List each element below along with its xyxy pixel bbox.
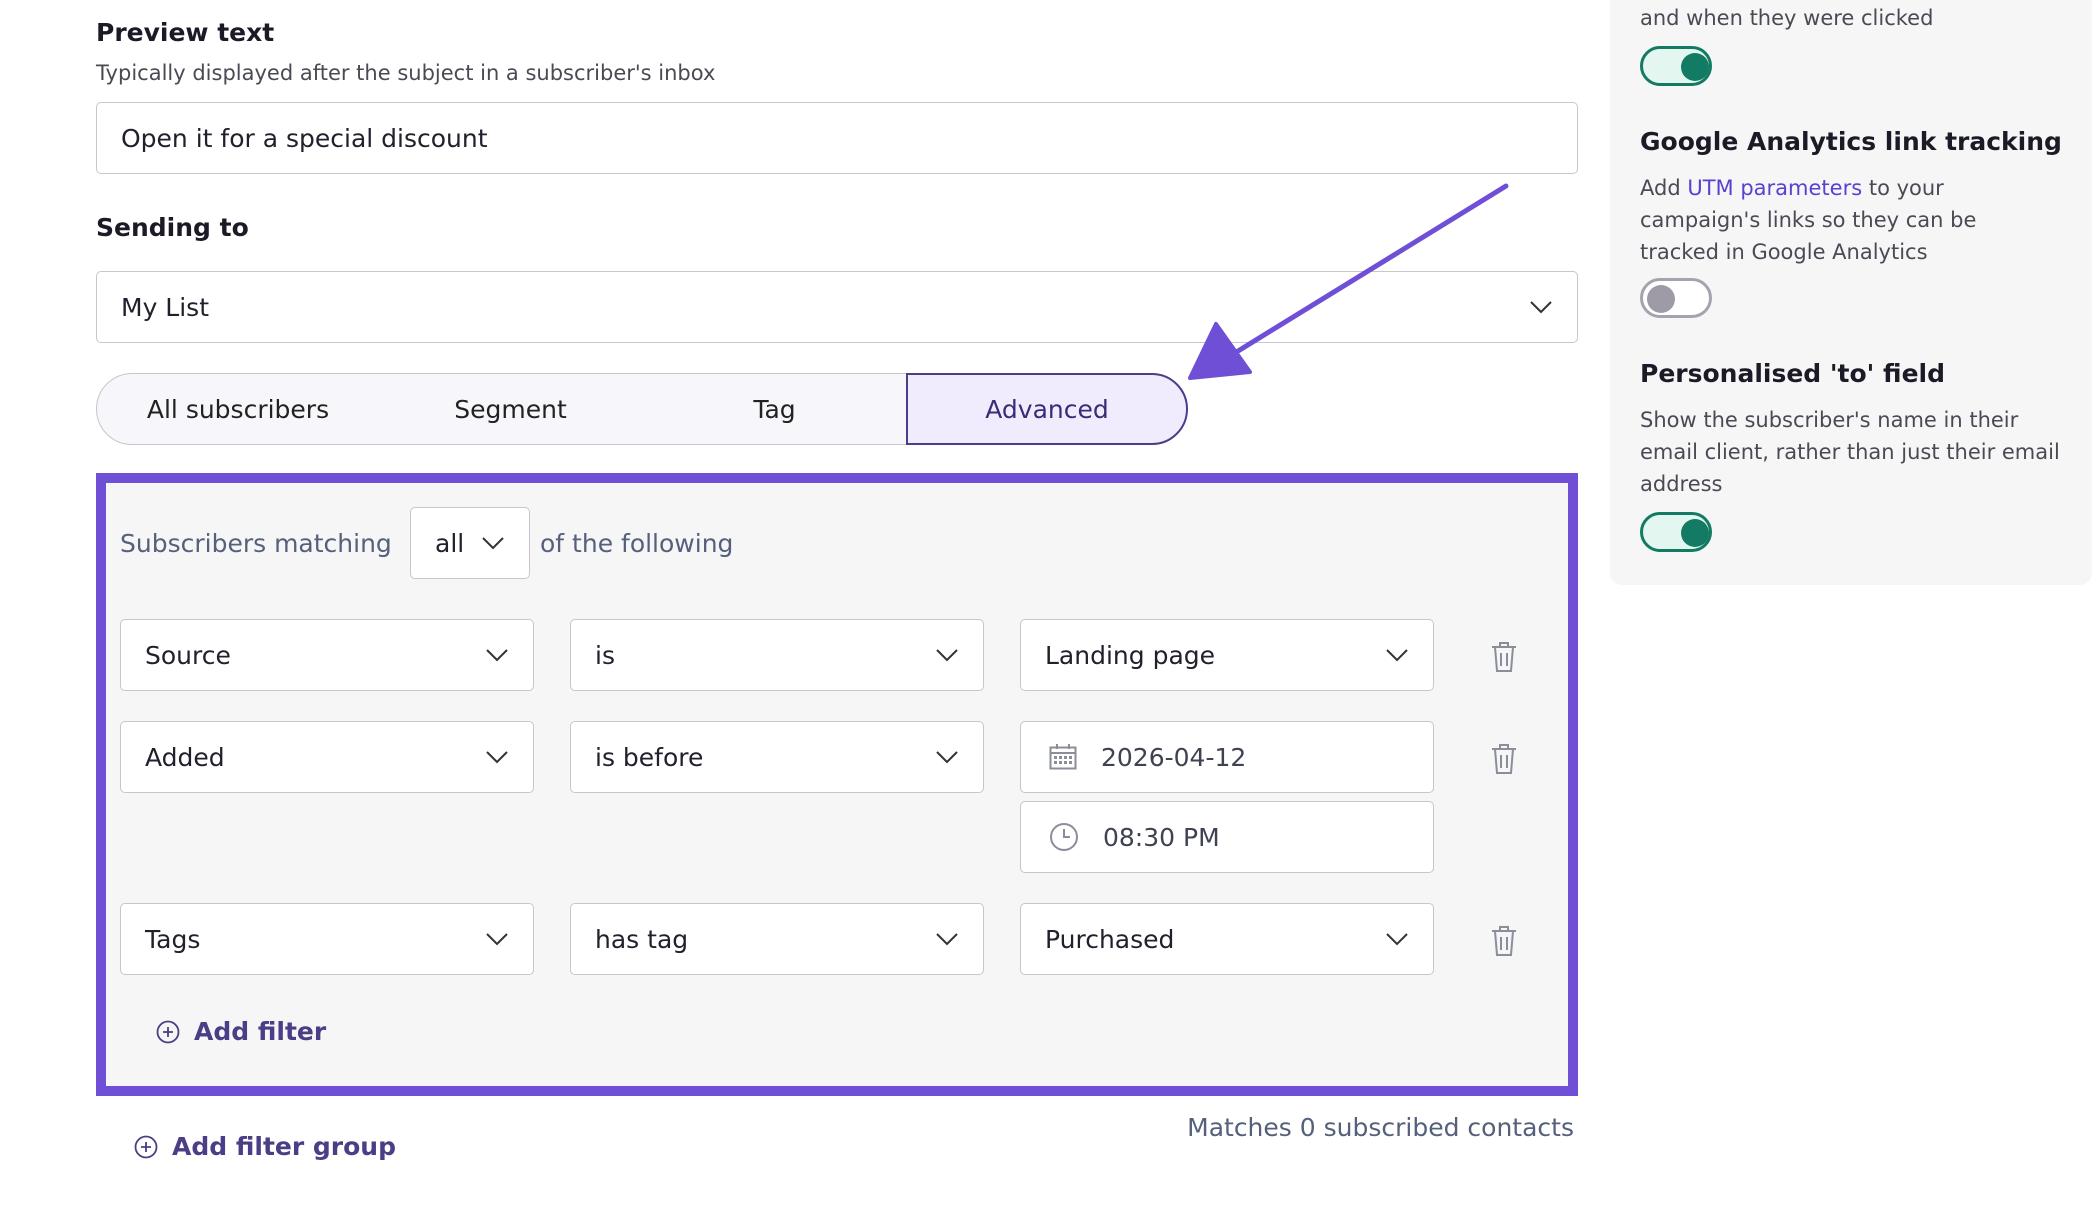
chevron-down-icon	[482, 537, 504, 550]
personalised-to-text: Show the subscriber's name in their emai…	[1640, 408, 2060, 496]
plus-circle-icon	[134, 1135, 158, 1158]
filter-operator-select[interactable]: is before	[570, 721, 984, 793]
filter-operator-value: is	[595, 640, 615, 670]
click-tracking-text: and when they were clicked	[1640, 6, 1934, 30]
filter-field-select[interactable]: Tags	[120, 903, 534, 975]
filter-time-input[interactable]: 08:30 PM	[1020, 801, 1434, 873]
sending-to-label: Sending to	[96, 213, 249, 242]
campaign-settings-sidebar: and when they were clicked Google Analyt…	[1610, 0, 2092, 585]
chevron-down-icon	[1530, 301, 1552, 314]
filter-field-value: Tags	[145, 924, 201, 954]
match-prefix: Subscribers matching	[120, 529, 392, 558]
chevron-down-icon	[486, 649, 508, 662]
filter-field-select[interactable]: Added	[120, 721, 534, 793]
personalised-to-title: Personalised 'to' field	[1640, 359, 1945, 388]
match-count: Matches 0 subscribed contacts	[1187, 1113, 1574, 1142]
delete-filter-button[interactable]	[1490, 925, 1518, 957]
chevron-down-icon	[936, 751, 958, 764]
list-select-value: My List	[121, 292, 210, 322]
tab-all-subscribers[interactable]: All subscribers	[96, 373, 380, 445]
audience-tabs: All subscribers Segment Tag Advanced	[96, 373, 1188, 445]
clock-icon	[1050, 823, 1078, 851]
filter-operator-select[interactable]: has tag	[570, 903, 984, 975]
add-filter-group-label: Add filter group	[172, 1132, 396, 1161]
match-suffix: of the following	[540, 529, 734, 558]
filter-value-value: Purchased	[1045, 924, 1175, 954]
ga-text-before: Add	[1640, 176, 1688, 200]
toggle-knob	[1647, 285, 1675, 313]
add-filter-group-button[interactable]: Add filter group	[134, 1132, 396, 1161]
filter-value-select[interactable]: Purchased	[1020, 903, 1434, 975]
personalised-to-toggle[interactable]	[1640, 512, 1712, 552]
filter-operator-value: has tag	[595, 924, 689, 954]
match-mode-value: all	[435, 528, 465, 558]
click-tracking-toggle[interactable]	[1640, 46, 1712, 86]
toggle-knob	[1681, 519, 1709, 547]
filter-field-value: Added	[145, 742, 225, 772]
filter-operator-select[interactable]: is	[570, 619, 984, 691]
chevron-down-icon	[1386, 649, 1408, 662]
match-mode-select[interactable]: all	[410, 507, 530, 579]
chevron-down-icon	[936, 649, 958, 662]
calendar-icon	[1049, 744, 1077, 770]
chevron-down-icon	[486, 933, 508, 946]
toggle-knob	[1681, 53, 1709, 81]
ga-tracking-toggle[interactable]	[1640, 278, 1712, 318]
chevron-down-icon	[936, 933, 958, 946]
preview-text-input[interactable]: Open it for a special discount	[96, 102, 1578, 174]
utm-parameters-link[interactable]: UTM parameters	[1687, 176, 1862, 200]
annotation-arrow	[1188, 183, 1509, 380]
filter-operator-value: is before	[595, 742, 704, 772]
delete-filter-button[interactable]	[1490, 743, 1518, 775]
tab-label: Advanced	[985, 394, 1109, 424]
chevron-down-icon	[486, 751, 508, 764]
filter-date-value: 2026-04-12	[1101, 742, 1247, 772]
preview-text-label: Preview text	[96, 18, 275, 47]
preview-text-value: Open it for a special discount	[121, 123, 488, 153]
delete-filter-button[interactable]	[1490, 641, 1518, 673]
chevron-down-icon	[1386, 933, 1408, 946]
filter-field-select[interactable]: Source	[120, 619, 534, 691]
filter-time-value: 08:30 PM	[1103, 822, 1220, 852]
advanced-filter-panel: Subscribers matching all of the followin…	[96, 473, 1578, 1096]
tab-label: Tag	[753, 394, 796, 424]
add-filter-button[interactable]: Add filter	[156, 1017, 326, 1046]
filter-value-value: Landing page	[1045, 640, 1216, 670]
tab-tag[interactable]: Tag	[642, 373, 908, 445]
ga-tracking-title: Google Analytics link tracking	[1640, 127, 2062, 156]
add-filter-label: Add filter	[194, 1017, 327, 1046]
tab-segment[interactable]: Segment	[378, 373, 644, 445]
filter-date-input[interactable]: 2026-04-12	[1020, 721, 1434, 793]
tab-advanced[interactable]: Advanced	[906, 373, 1188, 445]
ga-tracking-text: Add UTM parameters to your campaign's li…	[1640, 172, 2060, 268]
tab-label: Segment	[454, 394, 567, 424]
preview-text-help: Typically displayed after the subject in…	[96, 61, 716, 85]
plus-circle-icon	[156, 1020, 180, 1043]
filter-value-select[interactable]: Landing page	[1020, 619, 1434, 691]
filter-field-value: Source	[145, 640, 231, 670]
tab-label: All subscribers	[146, 394, 330, 424]
